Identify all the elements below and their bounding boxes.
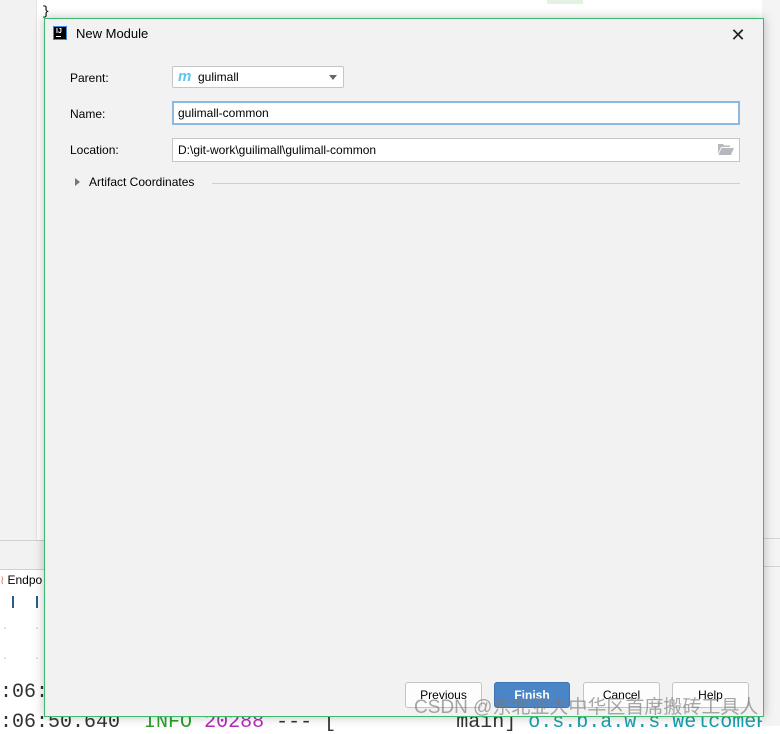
location-field[interactable] <box>172 138 740 162</box>
parent-label: Parent: <box>70 71 109 85</box>
artifact-coordinates-label: Artifact Coordinates <box>89 175 195 189</box>
intellij-icon: IJ <box>53 26 67 40</box>
tool-tab-label: Endpo <box>7 573 43 587</box>
parent-value: gulimall <box>198 70 239 84</box>
console-marker <box>36 596 38 608</box>
tool-tab-endpoints[interactable]: ≀ Endpo <box>0 570 42 590</box>
watermark: CSDN @东北亚大中华区首席搬砖工具人 <box>414 697 759 718</box>
new-module-dialog: IJ New Module ✕ Parent: m gulimall Name:… <box>44 18 764 717</box>
artifact-coordinates-toggle[interactable]: Artifact Coordinates <box>75 175 194 189</box>
dialog-titlebar[interactable]: IJ New Module ✕ <box>45 19 763 49</box>
maven-module-icon: m <box>178 68 192 85</box>
parent-select[interactable]: m gulimall <box>172 66 344 88</box>
chevron-down-icon <box>329 75 337 80</box>
divider <box>762 538 780 539</box>
right-tool-strip <box>762 0 780 726</box>
code-brace: } <box>42 4 50 19</box>
section-divider <box>212 183 740 184</box>
close-icon: ✕ <box>730 25 746 45</box>
editor-highlight <box>547 0 583 4</box>
folder-open-icon[interactable] <box>718 143 734 155</box>
divider <box>762 566 780 567</box>
name-field[interactable] <box>172 101 740 125</box>
endpoints-icon: ≀ <box>0 573 5 587</box>
dialog-title: New Module <box>76 26 149 41</box>
location-label: Location: <box>70 143 119 157</box>
console-line: :06: <box>0 681 49 704</box>
chevron-right-icon <box>75 178 80 186</box>
console-marker <box>12 596 14 608</box>
editor-gutter <box>0 0 37 540</box>
name-label: Name: <box>70 107 106 121</box>
close-button[interactable]: ✕ <box>727 25 749 45</box>
